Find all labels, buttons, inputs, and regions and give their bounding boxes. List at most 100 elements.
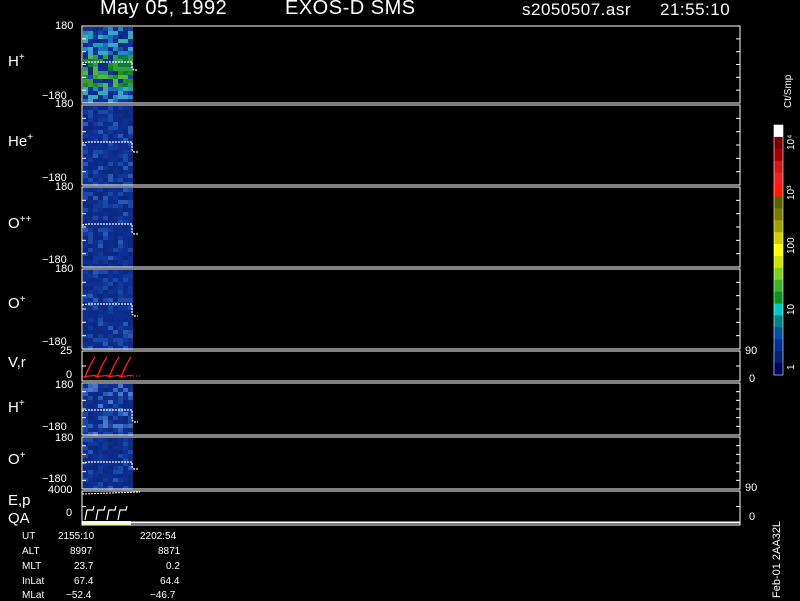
heatmap-cell-h-plus-2 bbox=[93, 420, 98, 424]
heatmap-cell-o-plus-1 bbox=[83, 338, 88, 342]
heatmap-cell-h-plus-2 bbox=[113, 392, 118, 396]
heatmap-cell-h-plus-2 bbox=[103, 412, 108, 416]
heatmap-cell-h-plus-1 bbox=[98, 51, 103, 55]
heatmap-cell-h-plus-1 bbox=[108, 35, 113, 39]
vr-curve-red bbox=[96, 356, 108, 379]
heatmap-cell-o-plus-plus bbox=[103, 216, 108, 220]
heatmap-cell-o-plus-plus bbox=[123, 228, 128, 232]
heatmap-cell-h-plus-1 bbox=[123, 39, 128, 43]
heatmap-cell-o-plus-1 bbox=[113, 286, 118, 290]
heatmap-cell-o-plus-plus bbox=[123, 248, 128, 252]
heatmap-cell-h-plus-1 bbox=[83, 95, 88, 99]
heatmap-cell-h-plus-1 bbox=[108, 79, 113, 83]
heatmap-cell-o-plus-1 bbox=[103, 298, 108, 302]
heatmap-cell-he-plus bbox=[83, 138, 88, 142]
heatmap-cell-h-plus-1 bbox=[98, 79, 103, 83]
heatmap-cell-he-plus bbox=[113, 158, 118, 162]
heatmap-cell-h-plus-1 bbox=[93, 43, 98, 47]
colorbar-segment bbox=[774, 136, 783, 150]
heatmap-cell-o-plus-1 bbox=[118, 298, 123, 302]
heatmap-cell-o-plus-1 bbox=[88, 298, 93, 302]
heatmap-cell-he-plus bbox=[113, 134, 118, 138]
heatmap-cell-h-plus-2 bbox=[113, 404, 118, 408]
heatmap-cell-h-plus-1 bbox=[93, 51, 98, 55]
heatmap-cell-he-plus bbox=[88, 126, 93, 130]
heatmap-cell-o-plus-plus bbox=[108, 244, 113, 248]
heatmap-cell-h-plus-1 bbox=[88, 63, 93, 67]
heatmap-cell-o-plus-plus bbox=[93, 252, 98, 256]
heatmap-cell-h-plus-1 bbox=[93, 75, 98, 79]
heatmap-cell-h-plus-1 bbox=[93, 47, 98, 51]
heatmap-cell-o-plus-2 bbox=[83, 438, 88, 442]
heatmap-cell-h-plus-2 bbox=[88, 392, 93, 396]
heatmap-cell-h-plus-1 bbox=[123, 27, 128, 31]
heatmap-cell-o-plus-1 bbox=[93, 318, 98, 322]
heatmap-cell-he-plus bbox=[83, 174, 88, 178]
heatmap-cell-o-plus-1 bbox=[98, 326, 103, 330]
heatmap-cell-h-plus-1 bbox=[103, 83, 108, 87]
heatmap-cell-o-plus-plus bbox=[118, 232, 123, 236]
heatmap-cell-o-plus-2 bbox=[103, 442, 108, 446]
colorbar-segment bbox=[774, 303, 783, 316]
heatmap-cell-o-plus-1 bbox=[93, 282, 98, 286]
heatmap-cell-o-plus-2 bbox=[83, 458, 88, 462]
heatmap-cell-he-plus bbox=[98, 174, 103, 178]
heatmap-cell-he-plus bbox=[98, 122, 103, 126]
heatmap-cell-o-plus-2 bbox=[93, 438, 98, 442]
heatmap-cell-h-plus-1 bbox=[113, 95, 118, 99]
heatmap-cell-o-plus-2 bbox=[88, 470, 93, 474]
heatmap-cell-h-plus-2 bbox=[123, 384, 128, 388]
heatmap-cell-h-plus-1 bbox=[93, 39, 98, 43]
heatmap-cell-o-plus-1 bbox=[93, 286, 98, 290]
vr-curve-red bbox=[120, 356, 132, 379]
heatmap-cell-he-plus bbox=[108, 158, 113, 162]
heatmap-cell-he-plus bbox=[118, 130, 123, 134]
heatmap-cell-he-plus bbox=[103, 174, 108, 178]
heatmap-cell-h-plus-2 bbox=[103, 396, 108, 400]
heatmap-cell-h-plus-1 bbox=[88, 27, 93, 31]
heatmap-cell-h-plus-1 bbox=[128, 79, 133, 83]
heatmap-cell-h-plus-1 bbox=[123, 51, 128, 55]
heatmap-cell-o-plus-1 bbox=[88, 330, 93, 334]
heatmap-cell-o-plus-2 bbox=[88, 478, 93, 482]
heatmap-cell-h-plus-2 bbox=[83, 428, 88, 432]
heatmap-cell-he-plus bbox=[108, 130, 113, 134]
heatmap-cell-o-plus-plus bbox=[88, 188, 93, 192]
heatmap-cell-h-plus-1 bbox=[113, 55, 118, 59]
heatmap-cell-h-plus-1 bbox=[93, 71, 98, 75]
heatmap-cell-he-plus bbox=[108, 114, 113, 118]
heatmap-cell-o-plus-1 bbox=[118, 270, 123, 274]
heatmap-cell-o-plus-plus bbox=[118, 216, 123, 220]
heatmap-cell-o-plus-plus bbox=[83, 260, 88, 264]
heatmap-cell-o-plus-1 bbox=[98, 322, 103, 326]
heatmap-cell-he-plus bbox=[93, 166, 98, 170]
heatmap-cell-o-plus-1 bbox=[113, 298, 118, 302]
heatmap-cell-o-plus-1 bbox=[83, 326, 88, 330]
heatmap-cell-o-plus-1 bbox=[118, 282, 123, 286]
vr-curve-red bbox=[108, 356, 120, 379]
heatmap-cell-h-plus-2 bbox=[108, 384, 113, 388]
heatmap-cell-h-plus-2 bbox=[103, 384, 108, 388]
heatmap-cell-o-plus-plus bbox=[123, 256, 128, 260]
heatmap-cell-o-plus-1 bbox=[118, 310, 123, 314]
heatmap-cell-o-plus-1 bbox=[108, 322, 113, 326]
heatmap-cell-he-plus bbox=[128, 166, 133, 170]
heatmap-cell-o-plus-plus bbox=[128, 216, 133, 220]
heatmap-cell-o-plus-2 bbox=[103, 478, 108, 482]
heatmap-cell-he-plus bbox=[118, 150, 123, 154]
heatmap-cell-o-plus-2 bbox=[108, 442, 113, 446]
heatmap-cell-he-plus bbox=[93, 122, 98, 126]
heatmap-cell-o-plus-plus bbox=[93, 196, 98, 200]
heatmap-cell-h-plus-1 bbox=[123, 71, 128, 75]
heatmap-cell-o-plus-plus bbox=[98, 196, 103, 200]
heatmap-cell-o-plus-1 bbox=[108, 338, 113, 342]
heatmap-cell-h-plus-1 bbox=[88, 75, 93, 79]
heatmap-cell-h-plus-2 bbox=[113, 412, 118, 416]
heatmap-cell-h-plus-1 bbox=[98, 31, 103, 35]
heatmap-cell-o-plus-1 bbox=[113, 310, 118, 314]
heatmap-cell-h-plus-1 bbox=[83, 31, 88, 35]
heatmap-cell-h-plus-1 bbox=[128, 27, 133, 31]
heatmap-cell-o-plus-plus bbox=[98, 232, 103, 236]
heatmap-cell-o-plus-1 bbox=[123, 318, 128, 322]
heatmap-cell-o-plus-plus bbox=[118, 208, 123, 212]
